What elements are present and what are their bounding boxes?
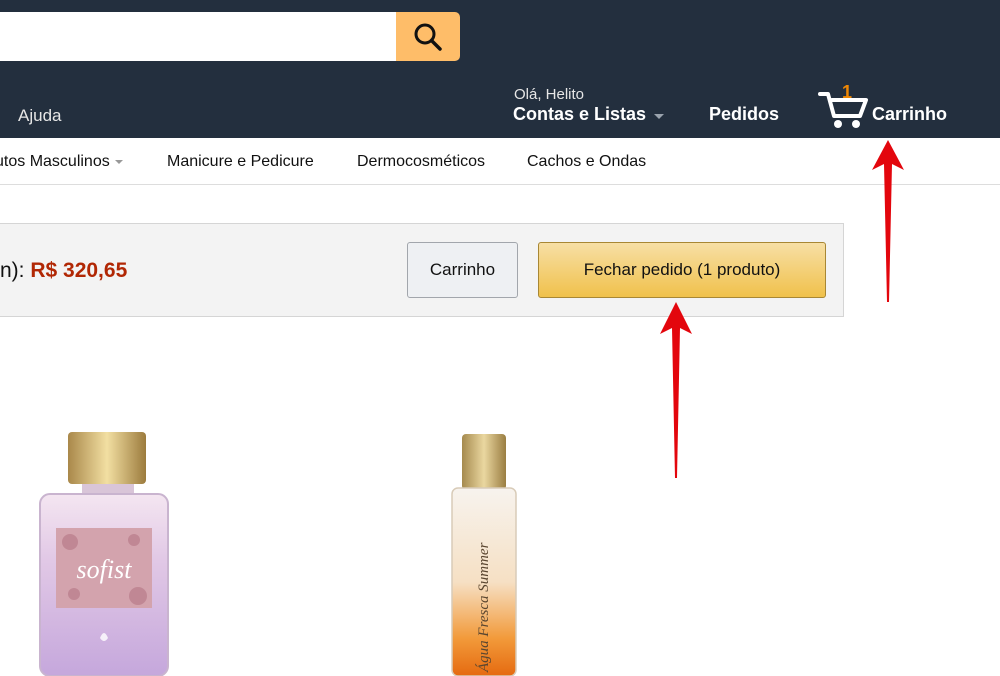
subnav-item-masculinos[interactable]: utos Masculinos (0, 153, 123, 171)
go-to-cart-button[interactable]: Carrinho (407, 242, 518, 298)
orders-link[interactable]: Pedidos (709, 104, 779, 125)
subtotal-price: R$ 320,65 (30, 259, 128, 282)
product-label-agua-fresca: Água Fresca Summer (475, 542, 492, 673)
subtotal-label: n): (0, 259, 31, 282)
product-label-sofist: sofist (77, 555, 133, 584)
accounts-label: Contas e Listas (513, 104, 647, 124)
annotation-arrow-checkout (660, 302, 692, 478)
accounts-and-lists-link[interactable]: Contas e Listas (513, 104, 665, 125)
subnav-item-cachos[interactable]: Cachos e Ondas (527, 153, 646, 171)
chevron-down-icon (654, 113, 665, 119)
subnav-item-manicure[interactable]: Manicure e Pedicure (167, 153, 314, 171)
search-icon (414, 23, 442, 51)
search-button[interactable] (396, 12, 460, 61)
cart-count-badge: 1 (842, 82, 853, 102)
help-link[interactable]: Ajuda (18, 106, 61, 126)
cart-label: Carrinho (872, 104, 948, 124)
cart-subtotal: n): R$ 320,65 (0, 259, 127, 283)
top-header: Ajuda Olá, Helito Contas e Listas Pedido… (0, 0, 1000, 138)
subnav-item-dermocosmeticos[interactable]: Dermocosméticos (357, 153, 485, 171)
perfume-bottle-pink-image[interactable]: sofist (30, 430, 175, 676)
cart-link[interactable]: 1 Carrinho (818, 82, 968, 132)
search-input[interactable] (0, 12, 397, 61)
annotation-arrow-cart (872, 140, 904, 302)
chevron-down-icon (114, 159, 123, 164)
account-greeting: Olá, Helito (514, 86, 585, 103)
perfume-bottle-orange-image[interactable]: Água Fresca Summer (448, 432, 520, 676)
category-subnav: utos Masculinos Manicure e Pedicure Derm… (0, 138, 1000, 185)
checkout-button[interactable]: Fechar pedido (1 produto) (538, 242, 826, 298)
